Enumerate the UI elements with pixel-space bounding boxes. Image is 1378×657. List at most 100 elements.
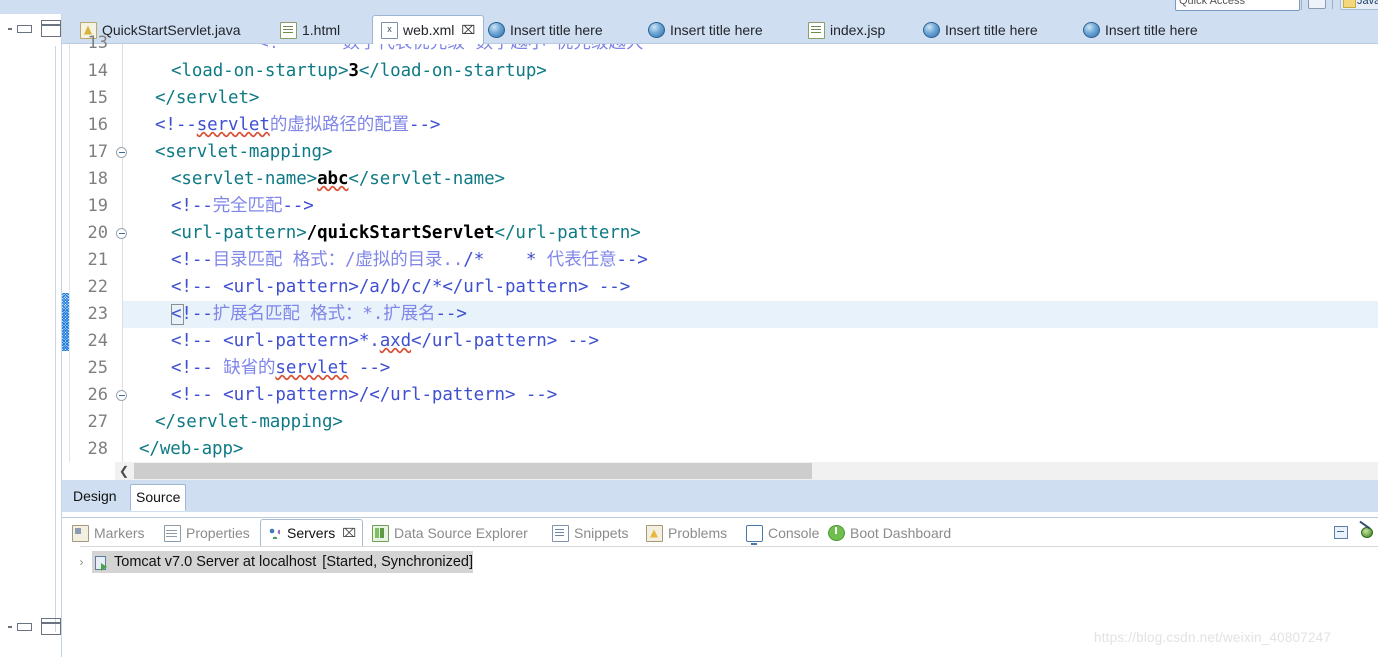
view-toolbar[interactable]: [1334, 523, 1374, 539]
view-tab-problems[interactable]: Problems: [640, 521, 733, 545]
globe-icon: [648, 22, 665, 38]
line-number: 25: [87, 358, 108, 378]
text-cursor: [171, 304, 184, 325]
quick-access-input[interactable]: Quick Access: [1175, 0, 1300, 11]
scroll-left-icon[interactable]: ❮: [115, 462, 133, 480]
code-token: -->: [409, 115, 441, 135]
code-line-clipped: <!-- 数字代表优先级 数字越小 优先级越大: [184, 44, 643, 57]
design-source-underline: [62, 512, 1378, 514]
close-icon[interactable]: ⌧: [461, 23, 475, 37]
code-line[interactable]: <servlet-name>abc</servlet-name>: [123, 166, 505, 193]
code-line[interactable]: <!--完全匹配-->: [123, 193, 314, 220]
line-number: 26: [87, 385, 108, 405]
restore-icon[interactable]: [17, 24, 32, 33]
editor-tab-insert-title-here[interactable]: Insert title here: [640, 16, 771, 44]
editor-tab-label: Insert title here: [945, 22, 1038, 38]
server-icon: [93, 555, 108, 571]
code-line[interactable]: <!--servlet的虚拟路径的配置-->: [123, 112, 440, 139]
debug-bug-icon[interactable]: [1358, 523, 1374, 539]
code-token: <!--: [171, 196, 213, 216]
line-number: 21: [87, 250, 108, 270]
editor-tab-insert-title-here[interactable]: Insert title here: [480, 16, 611, 44]
console-icon: [746, 524, 763, 545]
view-tab-label: Boot Dashboard: [850, 525, 952, 541]
code-line[interactable]: <!-- <url-pattern>*.axd</url-pattern> --…: [123, 328, 599, 355]
view-tab-boot-dashboard[interactable]: Boot Dashboard: [822, 521, 957, 545]
minimized-view-stack: [0, 46, 56, 632]
minimize-view-icon[interactable]: [1334, 524, 1350, 539]
table-row[interactable]: › Tomcat v7.0 Server at localhost [Start…: [76, 551, 473, 573]
code-token: <servlet-mapping>: [155, 142, 333, 162]
editor-tab-1-html[interactable]: 1.html: [272, 16, 348, 44]
code-token: </load-on-startup>: [358, 61, 547, 81]
servers-icon: [267, 526, 282, 541]
code-line[interactable]: </servlet>: [123, 85, 259, 112]
minimize-icon-bottom[interactable]: [8, 625, 12, 628]
horizontal-scroll-thumb[interactable]: [134, 463, 812, 479]
code-token: 代表任意: [546, 250, 617, 270]
line-number: 28: [87, 439, 108, 459]
code-token: 3: [348, 61, 359, 81]
code-token: <servlet-name>: [171, 169, 318, 189]
view-tab-markers[interactable]: Markers: [66, 521, 151, 545]
editor-tab-insert-title-here[interactable]: Insert title here: [1075, 16, 1206, 44]
code-token: -->: [282, 196, 314, 216]
restore-icon-bottom[interactable]: [17, 622, 32, 631]
view-tab-label: Console: [768, 525, 820, 541]
left-rail-bottom-controls[interactable]: [8, 618, 61, 635]
editor-tab-label: 1.html: [302, 22, 341, 38]
close-icon[interactable]: ⌧: [342, 526, 356, 540]
editor-horizontal-scrollbar[interactable]: ❮: [62, 462, 1378, 480]
view-tab-label: Markers: [94, 525, 145, 541]
code-line[interactable]: <servlet-mapping>: [123, 139, 333, 166]
code-token: abc: [317, 169, 349, 189]
view-tab-console[interactable]: Console: [740, 521, 825, 545]
editor-tab-index-jsp[interactable]: index.jsp: [800, 16, 893, 44]
code-token: <!-- <url-pattern>*.: [171, 331, 380, 351]
tab-source[interactable]: Source: [130, 484, 187, 511]
maximize-icon[interactable]: [41, 20, 61, 37]
code-line[interactable]: </web-app>: [123, 436, 243, 462]
code-text-area[interactable]: <!-- 数字代表优先级 数字越小 优先级越大 <load-on-startup…: [123, 44, 1378, 462]
scrollbar-gutter-filler: [62, 462, 115, 480]
maximize-icon-bottom[interactable]: [41, 618, 61, 635]
code-line[interactable]: <load-on-startup>3</load-on-startup>: [123, 58, 547, 85]
code-token: 的虚拟路径的配置: [269, 115, 410, 135]
server-name-label: Tomcat v7.0 Server at localhost: [114, 554, 317, 570]
code-editor[interactable]: 13 14 15 16 17 18 19 20 21 22 23 24 25 26 27 28 <!-- 数…: [62, 33, 1378, 462]
markers-icon: [72, 524, 89, 542]
code-token: /* *: [463, 250, 547, 270]
open-perspective-icon[interactable]: [1308, 0, 1326, 9]
expand-twisty-icon[interactable]: ›: [76, 555, 87, 569]
code-token: </servlet-name>: [348, 169, 505, 189]
code-line[interactable]: <!-- <url-pattern>/a/b/c/*</url-pattern>…: [123, 274, 630, 301]
view-tab-properties[interactable]: Properties: [158, 521, 256, 545]
html-file-icon: [280, 21, 297, 39]
data-source-explorer-icon: [372, 524, 389, 542]
perspective-button-java-ee[interactable]: Java EE: [1340, 0, 1378, 10]
view-separator: [80, 546, 1378, 547]
left-rail-top-controls[interactable]: [8, 20, 61, 37]
code-token: 缺省的: [223, 358, 276, 378]
design-source-tab-bar: Design Source: [62, 480, 1378, 513]
watermark: https://blog.csdn.net/weixin_40807247: [1094, 630, 1332, 645]
code-line[interactable]: </servlet-mapping>: [123, 409, 343, 436]
code-token: axd: [379, 331, 412, 351]
globe-icon: [1083, 22, 1100, 38]
code-token: 目录匹配 格式：/虚拟的目录..: [212, 250, 464, 270]
editor-tab-insert-title-here[interactable]: Insert title here: [915, 16, 1046, 44]
tab-design[interactable]: Design: [68, 485, 122, 508]
code-line[interactable]: <!-- 缺省的servlet -->: [123, 355, 390, 382]
code-line[interactable]: <!--目录匹配 格式：/虚拟的目录../* * 代表任意-->: [123, 247, 648, 274]
line-number: 27: [87, 412, 108, 432]
view-tab-data-source-explorer[interactable]: Data Source Explorer: [366, 521, 534, 545]
editor-tab-web-xml[interactable]: x web.xml ⌧: [372, 15, 485, 44]
editor-tab-label: index.jsp: [830, 22, 886, 38]
line-number: 17: [87, 142, 108, 162]
view-tab-snippets[interactable]: Snippets: [546, 521, 634, 545]
minimize-icon[interactable]: [8, 27, 12, 30]
code-line[interactable]: <url-pattern>/quickStartServlet</url-pat…: [123, 220, 641, 247]
code-line[interactable]: <!-- <url-pattern>/</url-pattern> -->: [123, 382, 557, 409]
view-tab-servers[interactable]: Servers ⌧: [260, 519, 364, 546]
editor-tab-label: Insert title here: [510, 22, 603, 38]
